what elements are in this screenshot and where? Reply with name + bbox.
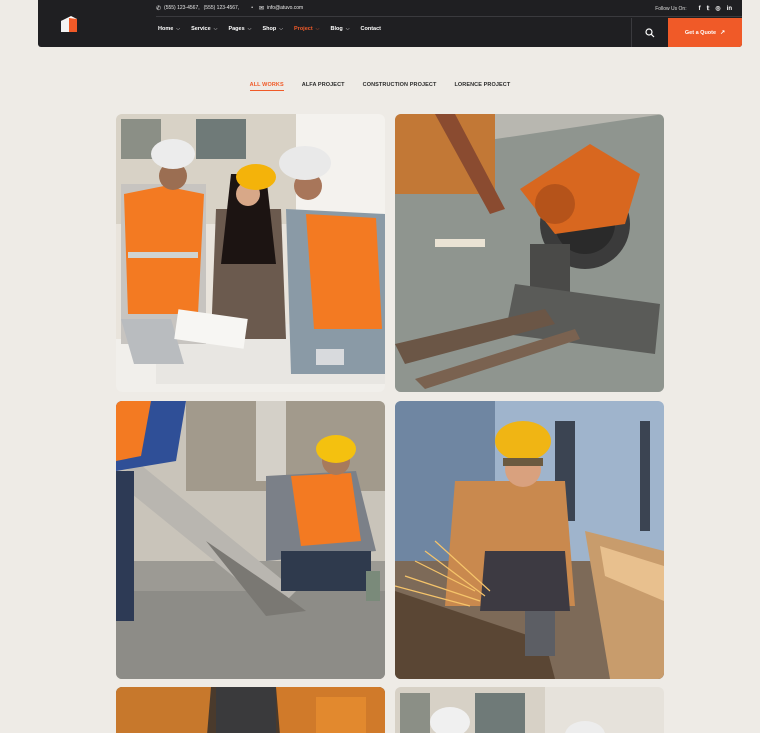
- filter-construction-project[interactable]: CONSTRUCTION PROJECT: [363, 82, 437, 91]
- nav-label: Home: [158, 26, 174, 32]
- logo[interactable]: [38, 0, 100, 47]
- nav-shop[interactable]: Shop ⌵: [262, 26, 283, 32]
- filter-lorence-project[interactable]: LORENCE PROJECT: [454, 82, 510, 91]
- chevron-down-icon: ⌵: [315, 26, 320, 32]
- nav-label: Service: [191, 26, 211, 32]
- filter-alfa-project[interactable]: ALFA PROJECT: [302, 82, 345, 91]
- house-logo-icon: [61, 15, 77, 32]
- project-card-blueprints[interactable]: [116, 114, 385, 392]
- separator-dot: •: [251, 5, 253, 11]
- project-card-welding[interactable]: [395, 401, 664, 679]
- get-quote-button[interactable]: Get a Quote ↗: [668, 18, 742, 47]
- project-card-hardhats[interactable]: [395, 687, 664, 733]
- facebook-icon[interactable]: f: [699, 6, 701, 12]
- phone-number-2: (555) 123-4567,: [203, 5, 240, 11]
- nav-service[interactable]: Service ⌵: [191, 26, 217, 32]
- workers-reviewing-blueprints-photo: [116, 114, 385, 392]
- nav-label: Contact: [360, 26, 381, 32]
- nav-blog[interactable]: Blog ⌵: [330, 26, 349, 32]
- project-filter-tabs: ALL WORKS ALFA PROJECT CONSTRUCTION PROJ…: [0, 82, 760, 91]
- site-header: ✆ (555) 123-4567, (555) 123-4567, • ✉ in…: [38, 0, 742, 47]
- email-contact[interactable]: ✉ info@atuvo.com: [259, 5, 303, 12]
- filter-all-works[interactable]: ALL WORKS: [249, 82, 284, 91]
- chevron-down-icon: ⌵: [345, 26, 350, 32]
- whatsapp-icon[interactable]: ◎: [715, 5, 720, 12]
- nav-label: Blog: [330, 26, 343, 32]
- nav-pages[interactable]: Pages ⌵: [228, 26, 251, 32]
- nav-project[interactable]: Project ⌵: [294, 26, 319, 32]
- linkedin-icon[interactable]: in: [727, 6, 732, 12]
- chevron-down-icon: ⌵: [279, 26, 284, 32]
- social-follow: Follow Us On: f 𝕥 ◎ in: [655, 0, 732, 17]
- worker-grinding-metal-sparks-photo: [395, 401, 664, 679]
- get-quote-label: Get a Quote: [684, 29, 717, 36]
- mail-icon: ✉: [258, 5, 265, 12]
- email-address: info@atuvo.com: [267, 5, 304, 11]
- search-icon: [645, 27, 655, 37]
- nav-home[interactable]: Home ⌵: [158, 26, 180, 32]
- search-button[interactable]: [631, 18, 668, 47]
- chevron-down-icon: ⌵: [247, 26, 252, 32]
- main-nav: Home ⌵ Service ⌵ Pages ⌵ Shop ⌵ Project ⌵ Blo…: [158, 26, 392, 32]
- phone-number-1: (555) 123-4567,: [164, 5, 200, 11]
- orange-cutoff-saw-photo: [395, 114, 664, 392]
- chevron-down-icon: ⌵: [176, 26, 181, 32]
- workers-hardhats-building-photo: [395, 687, 664, 733]
- workers-pouring-concrete-photo: [116, 401, 385, 679]
- project-card-orange-gear[interactable]: [116, 687, 385, 733]
- project-card-concrete[interactable]: [116, 401, 385, 679]
- nav-label: Pages: [228, 26, 245, 32]
- chevron-down-icon: ⌵: [213, 26, 218, 32]
- workers-orange-gear-photo: [116, 687, 385, 733]
- phone-contact[interactable]: ✆ (555) 123-4567, (555) 123-4567,: [156, 5, 239, 12]
- project-card-saw[interactable]: [395, 114, 664, 392]
- top-contact-bar: ✆ (555) 123-4567, (555) 123-4567, • ✉ in…: [156, 0, 742, 17]
- arrow-up-right-icon: ↗: [720, 30, 726, 36]
- twitter-icon[interactable]: 𝕥: [707, 5, 710, 12]
- nav-contact[interactable]: Contact: [361, 26, 381, 32]
- phone-icon: ✆: [156, 5, 162, 12]
- nav-label: Shop: [262, 26, 277, 32]
- nav-label: Project: [294, 26, 313, 32]
- follow-label: Follow Us On:: [655, 5, 687, 12]
